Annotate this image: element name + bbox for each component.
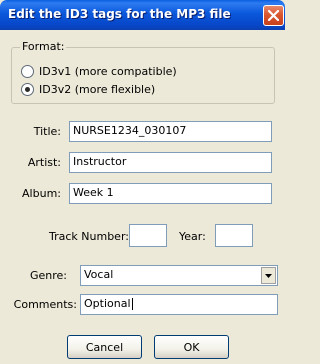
title-bar[interactable]: Edit the ID3 tags for the MP3 file xyxy=(0,0,285,30)
format-group: Format: ID3v1 (more compatible) ID3v2 (m… xyxy=(11,40,275,104)
artist-label: Artist: xyxy=(27,156,61,169)
year-field[interactable] xyxy=(215,224,253,247)
radio-id3v2[interactable]: ID3v2 (more flexible) xyxy=(21,83,155,96)
text-caret xyxy=(131,298,133,310)
radio-id3v1[interactable]: ID3v1 (more compatible) xyxy=(21,65,177,78)
comments-field[interactable]: Optional xyxy=(80,294,278,315)
window-title: Edit the ID3 tags for the MP3 file xyxy=(8,7,231,21)
comments-label: Comments: xyxy=(13,298,77,311)
genre-dropdown-button[interactable] xyxy=(261,267,276,284)
genre-label: Genre: xyxy=(29,269,67,282)
album-label: Album: xyxy=(22,187,61,200)
radio-id3v1-button[interactable] xyxy=(21,65,34,78)
cancel-button[interactable]: Cancel xyxy=(67,335,142,359)
comments-value: Optional xyxy=(84,297,131,310)
format-legend: Format: xyxy=(20,40,67,53)
radio-id3v2-button[interactable] xyxy=(21,83,34,96)
title-label: Title: xyxy=(33,125,61,138)
artist-field[interactable]: Instructor xyxy=(69,152,272,173)
ok-button[interactable]: OK xyxy=(154,335,229,359)
year-label: Year: xyxy=(179,230,206,243)
title-field[interactable]: NURSE1234_030107 xyxy=(69,121,272,142)
genre-select[interactable]: Vocal xyxy=(80,265,278,286)
track-number-label: Track Number: xyxy=(49,230,129,243)
close-icon xyxy=(268,10,279,21)
radio-id3v1-label: ID3v1 (more compatible) xyxy=(39,65,177,78)
genre-value: Vocal xyxy=(84,268,114,281)
close-button[interactable] xyxy=(263,5,284,26)
chevron-down-icon xyxy=(265,273,272,278)
track-number-field[interactable] xyxy=(129,224,167,247)
album-field[interactable]: Week 1 xyxy=(69,183,272,204)
radio-id3v2-label: ID3v2 (more flexible) xyxy=(39,83,156,96)
